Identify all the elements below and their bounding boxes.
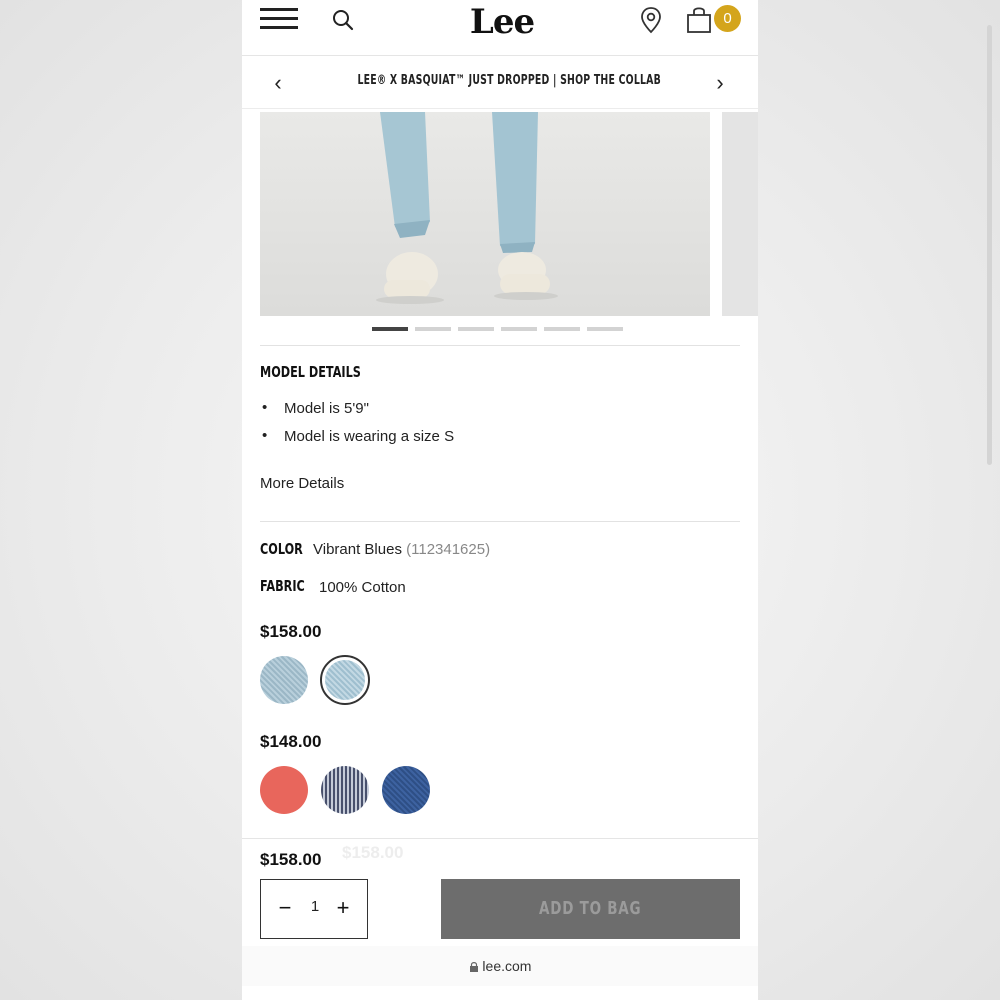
carousel-dot[interactable] xyxy=(544,327,580,331)
swatch-light-wash[interactable] xyxy=(260,656,308,704)
ghost-price: $158.00 xyxy=(342,843,404,862)
swatch-dark-indigo[interactable] xyxy=(382,766,430,814)
model-details-heading: MODEL DETAILS xyxy=(260,363,361,381)
promo-text[interactable]: LEE® X BASQUIAT™ JUST DROPPED | SHOP THE… xyxy=(357,73,660,88)
fabric-value: 100% Cotton xyxy=(319,579,406,596)
color-label: COLOR xyxy=(260,540,303,558)
color-value: Vibrant Blues (112341625) xyxy=(313,541,490,558)
more-details-link[interactable]: More Details xyxy=(260,475,344,492)
quantity-stepper: − 1 + xyxy=(260,879,368,939)
chevron-left-icon[interactable]: ‹ xyxy=(268,71,288,95)
store-locator-icon[interactable] xyxy=(639,6,663,34)
color-name: Vibrant Blues xyxy=(313,541,402,558)
swatch-hickory-stripe[interactable] xyxy=(321,766,369,814)
chevron-right-icon[interactable]: › xyxy=(710,71,730,95)
list-item: Model is wearing a size S xyxy=(262,427,455,445)
purchase-price: $158.00 xyxy=(260,850,322,869)
search-icon[interactable] xyxy=(332,9,354,31)
menu-icon[interactable] xyxy=(260,8,298,32)
decrease-quantity-button[interactable]: − xyxy=(273,896,297,920)
sticky-purchase-bar: $158.00 $158.00 − 1 + ADD TO BAG xyxy=(242,838,758,946)
url-domain: lee.com xyxy=(482,958,532,974)
shopping-bag-icon[interactable] xyxy=(685,5,715,35)
product-image[interactable] xyxy=(260,112,710,316)
swatch-coral-red[interactable] xyxy=(260,766,308,814)
model-height: Model is 5'9" xyxy=(284,400,369,417)
carousel-dot[interactable] xyxy=(587,327,623,331)
site-header: Lee 0 xyxy=(242,0,758,56)
price-group-2: $148.00 xyxy=(260,732,322,751)
divider xyxy=(260,521,740,522)
model-size: Model is wearing a size S xyxy=(284,428,455,445)
color-code: (112341625) xyxy=(406,541,491,558)
url-text: lee.com xyxy=(469,958,532,974)
carousel-dot[interactable] xyxy=(501,327,537,331)
jeans-photo xyxy=(260,112,710,316)
carousel-dot[interactable] xyxy=(458,327,494,331)
next-product-image[interactable] xyxy=(722,112,758,316)
carousel-dot[interactable] xyxy=(372,327,408,331)
quantity-value[interactable]: 1 xyxy=(305,898,325,915)
browser-url-bar[interactable]: lee.com xyxy=(242,946,758,986)
brand-logo[interactable]: Lee xyxy=(462,0,542,44)
lock-icon xyxy=(469,962,478,972)
increase-quantity-button[interactable]: + xyxy=(331,896,355,920)
add-to-bag-label: ADD TO BAG xyxy=(539,898,642,919)
page-scrollbar[interactable] xyxy=(987,25,992,465)
carousel-dot[interactable] xyxy=(415,327,451,331)
cart-count-badge: 0 xyxy=(714,5,741,32)
list-item: Model is 5'9" xyxy=(262,399,369,417)
price-group-1: $158.00 xyxy=(260,622,322,641)
promo-banner: ‹ LEE® X BASQUIAT™ JUST DROPPED | SHOP T… xyxy=(242,57,758,109)
mobile-page: Lee 0 ‹ LEE® X BASQUIAT™ JUST DROPPED | … xyxy=(242,0,758,1000)
swatch-light-wash-selected[interactable] xyxy=(320,655,370,705)
fabric-label: FABRIC xyxy=(260,577,305,595)
divider xyxy=(260,345,740,346)
add-to-bag-button[interactable]: ADD TO BAG xyxy=(441,879,740,939)
